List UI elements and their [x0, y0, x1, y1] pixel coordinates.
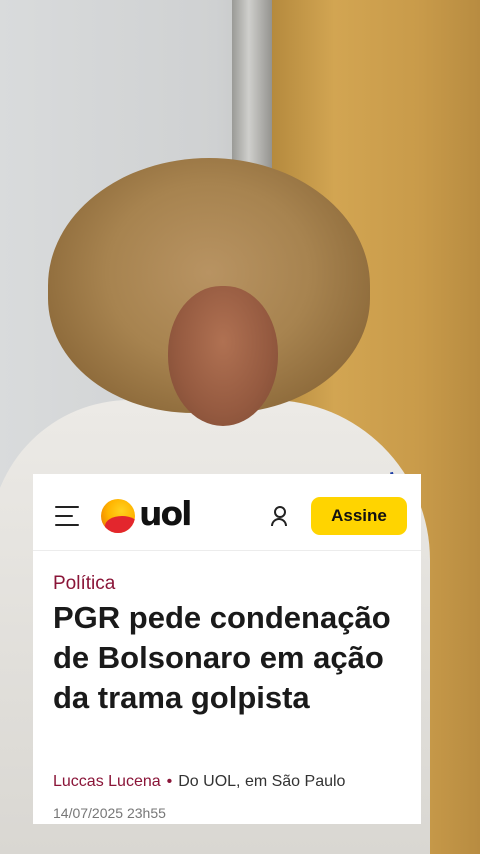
menu-icon[interactable]	[55, 506, 79, 526]
source-text: Do UOL, em São Paulo	[178, 773, 346, 790]
article-card: uol Assine Política PGR pede condenação …	[33, 474, 421, 824]
site-logo[interactable]: uol	[101, 494, 201, 534]
user-icon[interactable]	[271, 506, 287, 526]
publish-timestamp: 14/07/2025 23h55	[53, 805, 166, 821]
uol-logo-icon	[101, 499, 135, 533]
subscribe-button[interactable]: Assine	[311, 497, 407, 535]
site-header: uol Assine	[33, 474, 421, 551]
separator-dot: •	[166, 773, 173, 790]
byline: Luccas Lucena • Do UOL, em São Paulo	[53, 773, 345, 791]
author-link[interactable]: Luccas Lucena	[53, 773, 161, 790]
article-headline: PGR pede condenação de Bolsonaro em ação…	[53, 600, 391, 715]
person-face	[168, 286, 278, 426]
section-label[interactable]: Política	[53, 573, 115, 595]
logo-text: uol	[139, 494, 193, 533]
